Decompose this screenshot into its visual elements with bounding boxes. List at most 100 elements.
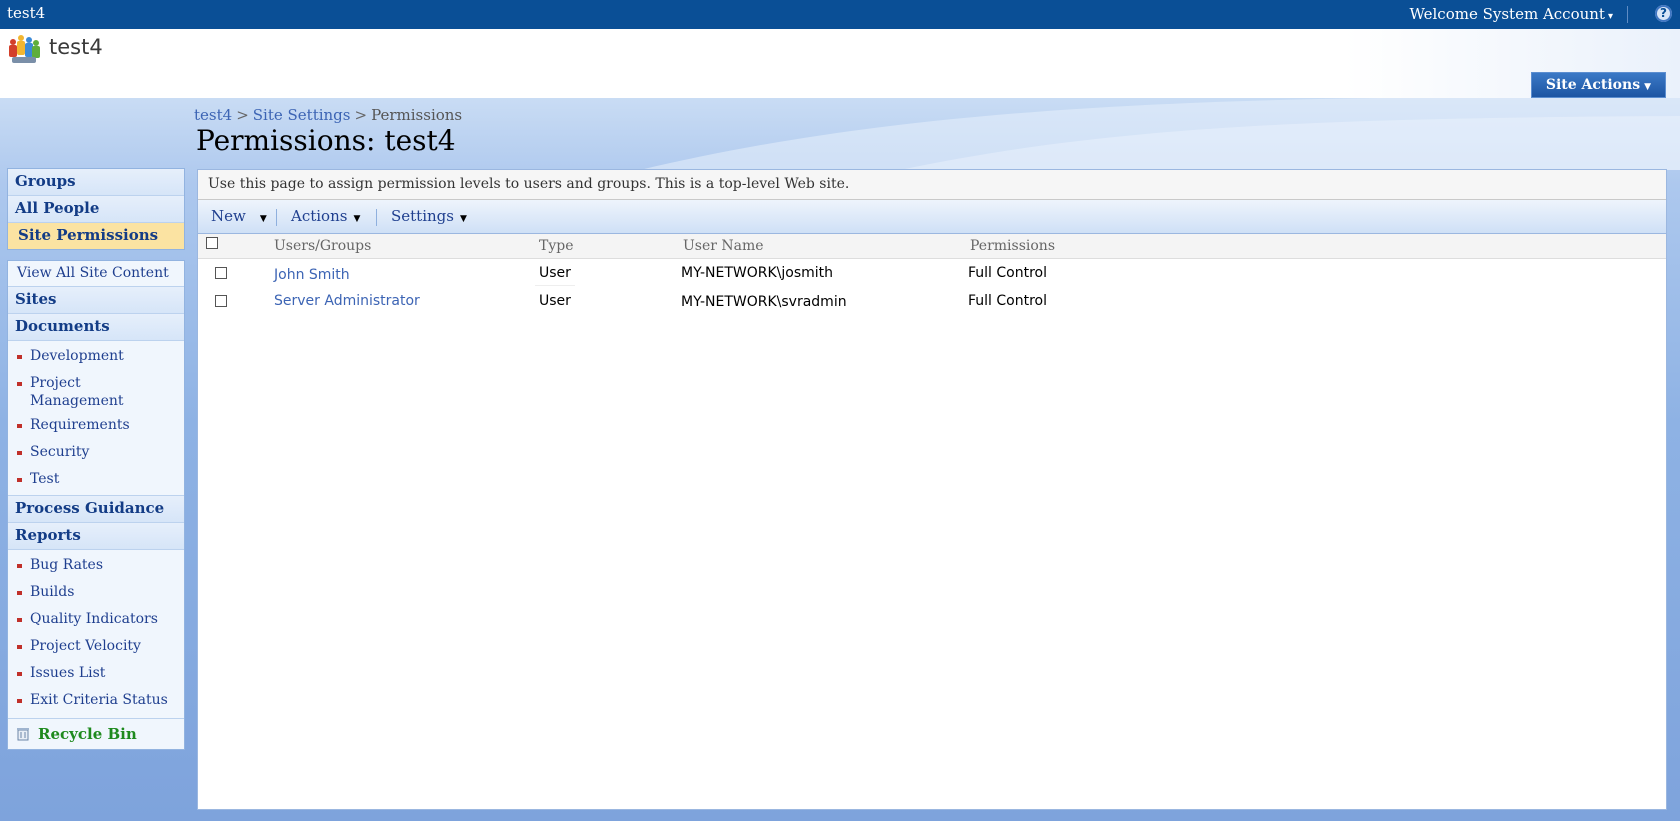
bullet-icon xyxy=(17,355,22,359)
bullet-icon xyxy=(17,451,22,455)
documents-list: Development Project Management Requireme… xyxy=(8,341,184,495)
chevron-down-icon: ▼ xyxy=(353,214,361,224)
breadcrumb-current: Permissions xyxy=(371,106,463,124)
column-header-users-groups[interactable]: Users/Groups xyxy=(274,238,371,254)
recycle-bin-link[interactable]: Recycle Bin xyxy=(8,718,184,749)
page-description: Use this page to assign permission level… xyxy=(198,170,1666,200)
nav-report-builds[interactable]: Builds xyxy=(8,579,184,606)
new-menu[interactable]: New ▼ xyxy=(211,200,267,236)
nav-item-label: Security xyxy=(30,444,90,460)
nav-doc-requirements[interactable]: Requirements xyxy=(8,412,184,439)
bullet-icon xyxy=(17,618,22,622)
chevron-down-icon: ▼ xyxy=(459,214,467,224)
recycle-bin-icon xyxy=(17,728,29,741)
breadcrumb-site-settings[interactable]: Site Settings xyxy=(253,106,351,124)
breadcrumb: test4 > Site Settings > Permissions xyxy=(194,106,462,124)
new-label: New xyxy=(211,207,246,225)
nav-reports[interactable]: Reports xyxy=(8,523,184,550)
nav-item-label: Development xyxy=(30,348,124,364)
bullet-icon xyxy=(17,699,22,703)
settings-menu[interactable]: Settings ▼ xyxy=(391,200,467,236)
site-actions-label: Site Actions xyxy=(1545,77,1641,93)
reports-list: Bug Rates Builds Quality Indicators Proj… xyxy=(8,550,184,718)
table-header: Users/Groups Type User Name Permissions xyxy=(198,234,1666,259)
user-link[interactable]: John Smith xyxy=(274,267,350,283)
nav-item-label: Exit Criteria Status xyxy=(30,692,168,708)
bullet-icon xyxy=(17,424,22,428)
nav-item-label: Project Management xyxy=(30,375,124,409)
site-title[interactable]: test4 xyxy=(49,35,103,59)
list-toolbar: New ▼ Actions ▼ Settings ▼ xyxy=(198,200,1666,234)
nav-groups[interactable]: Groups xyxy=(8,169,184,196)
table-row: John Smith User MY-NETWORK\josmith Full … xyxy=(198,259,1666,287)
user-type: User xyxy=(539,293,571,309)
column-header-permissions[interactable]: Permissions xyxy=(970,238,1055,254)
nav-item-label: Test xyxy=(30,471,60,487)
row-checkbox[interactable] xyxy=(215,267,227,279)
chevron-down-icon: ▾ xyxy=(1607,11,1613,22)
toolbar-divider xyxy=(376,209,377,226)
chevron-down-icon: ▼ xyxy=(259,214,267,224)
permissions-nav: Groups All People Site Permissions xyxy=(7,168,185,250)
quick-launch: View All Site Content Sites Documents De… xyxy=(7,260,185,750)
row-checkbox[interactable] xyxy=(215,295,227,307)
nav-doc-security[interactable]: Security xyxy=(8,439,184,466)
nav-item-label: Project Velocity xyxy=(30,638,141,654)
breadcrumb-separator: > xyxy=(354,106,368,124)
nav-report-project-velocity[interactable]: Project Velocity xyxy=(8,633,184,660)
help-icon[interactable]: ? xyxy=(1655,5,1672,22)
nav-report-issues-list[interactable]: Issues List xyxy=(8,660,184,687)
bullet-icon xyxy=(17,645,22,649)
site-header: test4 Site Actions ▼ xyxy=(0,29,1680,98)
bullet-icon xyxy=(17,564,22,568)
nav-process-guidance[interactable]: Process Guidance xyxy=(8,495,184,523)
nav-report-quality-indicators[interactable]: Quality Indicators xyxy=(8,606,184,633)
actions-label: Actions xyxy=(291,207,348,225)
nav-doc-test[interactable]: Test xyxy=(8,466,184,493)
nav-item-label: Bug Rates xyxy=(30,557,104,573)
nav-item-label: Issues List xyxy=(30,665,106,681)
welcome-label: Welcome System Account xyxy=(1409,5,1605,23)
user-link[interactable]: Server Administrator xyxy=(274,293,420,309)
column-header-type[interactable]: Type xyxy=(539,238,574,254)
user-type: User xyxy=(539,265,571,281)
user-account: MY-NETWORK\josmith xyxy=(681,265,834,281)
bullet-icon xyxy=(17,478,22,482)
breadcrumb-separator: > xyxy=(236,106,249,124)
nav-all-people[interactable]: All People xyxy=(8,196,184,223)
breadcrumb-home[interactable]: test4 xyxy=(194,106,232,124)
nav-doc-development[interactable]: Development xyxy=(8,343,184,370)
toolbar-divider xyxy=(276,209,277,226)
settings-label: Settings xyxy=(391,207,454,225)
page-title: Permissions: test4 xyxy=(196,124,456,157)
nav-item-label: Requirements xyxy=(30,417,130,433)
nav-site-permissions[interactable]: Site Permissions xyxy=(8,223,184,249)
bullet-icon xyxy=(17,672,22,676)
column-header-user-name[interactable]: User Name xyxy=(683,238,764,254)
nav-documents[interactable]: Documents xyxy=(8,314,184,341)
nav-item-label: Quality Indicators xyxy=(30,611,158,627)
bullet-icon xyxy=(17,591,22,595)
user-account: MY-NETWORK\svradmin xyxy=(681,294,847,310)
select-all-checkbox[interactable] xyxy=(206,237,218,249)
table-row: Server Administrator User MY-NETWORK\svr… xyxy=(198,287,1666,315)
recycle-bin-label: Recycle Bin xyxy=(38,725,137,743)
nav-report-bug-rates[interactable]: Bug Rates xyxy=(8,552,184,579)
nav-view-all-site-content[interactable]: View All Site Content xyxy=(8,261,184,287)
nav-doc-project-management[interactable]: Project Management xyxy=(8,370,184,412)
nav-report-exit-criteria-status[interactable]: Exit Criteria Status xyxy=(8,687,184,714)
nav-sites[interactable]: Sites xyxy=(8,287,184,314)
topbar-divider xyxy=(1627,6,1628,23)
top-site-link[interactable]: test4 xyxy=(7,4,45,22)
chevron-down-icon: ▼ xyxy=(1644,82,1651,92)
site-logo-icon xyxy=(9,35,40,63)
user-permissions: Full Control xyxy=(968,293,1047,309)
permissions-panel: Use this page to assign permission level… xyxy=(197,169,1667,810)
global-top-bar: test4 Welcome System Account ▾ ? xyxy=(0,0,1680,29)
nav-item-label: Builds xyxy=(30,584,75,600)
welcome-menu[interactable]: Welcome System Account ▾ xyxy=(1409,5,1613,23)
actions-menu[interactable]: Actions ▼ xyxy=(291,200,360,236)
user-permissions: Full Control xyxy=(968,265,1047,281)
site-actions-button[interactable]: Site Actions ▼ xyxy=(1530,72,1666,98)
bullet-icon xyxy=(17,382,22,386)
